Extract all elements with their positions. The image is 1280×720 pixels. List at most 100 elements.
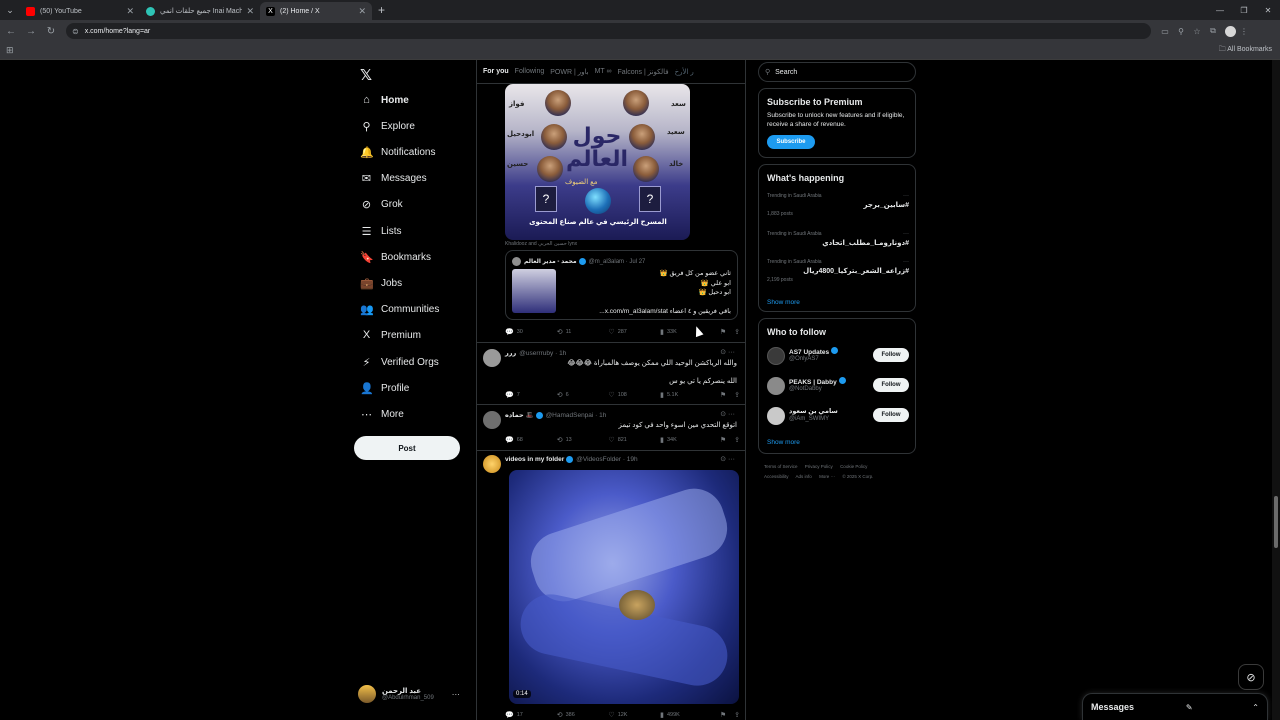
- repost-button[interactable]: ⟲ 13: [557, 436, 609, 444]
- reply-button[interactable]: 💬 68: [505, 436, 557, 444]
- subscribe-button[interactable]: Subscribe: [767, 135, 815, 149]
- search-input[interactable]: ⚲ Search: [758, 62, 916, 82]
- nav-grok[interactable]: ⊘ Grok: [360, 194, 403, 214]
- views-button[interactable]: ▮ 499K: [660, 711, 712, 719]
- apps-grid-icon[interactable]: ⊞: [6, 45, 14, 56]
- quote-link[interactable]: باقي فريقين و ٤ اعضاء x.com/m_al3alam/st…: [599, 307, 731, 315]
- site-info-icon[interactable]: ⊜: [72, 27, 79, 36]
- post-author-handle[interactable]: @VideosFolder · 19h: [576, 456, 637, 463]
- grok-floating-button[interactable]: ⊘: [1238, 664, 1264, 690]
- post-more-icon[interactable]: ⊙ ···: [720, 410, 735, 418]
- post-button[interactable]: Post: [354, 436, 460, 460]
- expand-drawer-icon[interactable]: ⌃: [1252, 703, 1259, 712]
- trend-item[interactable]: Trending in Saudi Arabia #دونارومـا_مطلب…: [767, 231, 909, 247]
- footer-link-privacy[interactable]: Privacy Policy: [805, 464, 833, 469]
- post-more-icon[interactable]: ⊙ ···: [720, 348, 735, 356]
- share-icon[interactable]: ⇪: [734, 391, 740, 399]
- page-scrollbar[interactable]: [1272, 60, 1280, 720]
- post-author-name[interactable]: حماده 🎩: [505, 411, 534, 419]
- profile-avatar[interactable]: [1225, 25, 1236, 37]
- post-more-icon[interactable]: ⊙ ···: [720, 455, 735, 463]
- post[interactable]: videos in my folder @VideosFolder · 19h …: [477, 451, 745, 473]
- bookmark-icon[interactable]: ⚑: [720, 391, 726, 399]
- browser-tab-x-home[interactable]: X (2) Home / X ✕: [260, 2, 372, 20]
- bookmark-icon[interactable]: ⚑: [720, 436, 726, 444]
- post-image[interactable]: فواز ابودحيل حسين سعد سعيد خالد حول العا…: [505, 84, 690, 240]
- share-icon[interactable]: ⇪: [734, 328, 740, 336]
- nav-jobs[interactable]: 💼 Jobs: [360, 273, 402, 293]
- show-more-link[interactable]: Show more: [767, 299, 800, 306]
- tab-powr[interactable]: POWR | باور: [550, 68, 588, 76]
- repost-button[interactable]: ⟲ 11: [557, 328, 609, 336]
- tab-mt[interactable]: MT ∞: [595, 68, 612, 75]
- nav-bookmarks[interactable]: 🔖 Bookmarks: [360, 247, 431, 267]
- tab-following[interactable]: Following: [515, 68, 545, 75]
- views-button[interactable]: ▮ 33K: [660, 328, 712, 336]
- show-more-link[interactable]: Show more: [767, 439, 800, 446]
- messages-drawer[interactable]: Messages ✎ ⌃: [1082, 693, 1268, 720]
- footer-link-ads[interactable]: Ads info: [796, 474, 812, 479]
- nav-home[interactable]: ⌂ Home: [360, 90, 409, 110]
- avatar[interactable]: [483, 455, 501, 473]
- footer-link-terms[interactable]: Terms of Service: [764, 464, 798, 469]
- reply-button[interactable]: 💬 30: [505, 328, 557, 336]
- cast-icon[interactable]: ▭: [1157, 23, 1173, 39]
- browser-tab-youtube[interactable]: (50) YouTube ✕: [20, 2, 140, 20]
- like-button[interactable]: ♡ 287: [608, 328, 660, 336]
- post-author-name[interactable]: ررر: [505, 349, 516, 357]
- avatar[interactable]: [483, 411, 501, 429]
- browser-tab-anime[interactable]: جميع حلقات انمي Inai Machi ... ✕: [140, 2, 260, 20]
- trend-item[interactable]: Trending in Saudi Arabia #زراعه_الشعر_بت…: [767, 259, 909, 283]
- close-tab-icon[interactable]: ✕: [358, 6, 366, 17]
- post-author-handle[interactable]: @userrruby · 1h: [519, 350, 566, 357]
- forward-icon[interactable]: →: [22, 22, 40, 40]
- tab-for-you[interactable]: For you: [483, 68, 509, 75]
- views-button[interactable]: ▮ 5.1K: [660, 391, 712, 399]
- footer-link-cookies[interactable]: Cookie Policy: [840, 464, 867, 469]
- tab-overflow[interactable]: ر الأرخ: [675, 68, 694, 76]
- avatar[interactable]: [483, 349, 501, 367]
- bookmark-icon[interactable]: ⚑: [720, 711, 726, 719]
- zoom-icon[interactable]: ⚲: [1173, 23, 1189, 39]
- nav-verified-orgs[interactable]: ⚡ Verified Orgs: [360, 352, 439, 372]
- trend-item[interactable]: Trending in Saudi Arabia #سابين_برجر 1,8…: [767, 193, 909, 217]
- scrollbar-thumb[interactable]: [1274, 496, 1278, 548]
- repost-button[interactable]: ⟲ 386: [557, 711, 609, 719]
- tab-search-icon[interactable]: ⌄: [0, 0, 20, 20]
- post-video[interactable]: 0:14: [509, 470, 739, 704]
- reload-icon[interactable]: ↻: [42, 22, 60, 40]
- address-bar[interactable]: ⊜ x.com/home?lang=ar: [66, 23, 1151, 39]
- nav-notifications[interactable]: 🔔 Notifications: [360, 142, 435, 162]
- bookmark-icon[interactable]: ⚑: [720, 328, 726, 336]
- follow-suggestion[interactable]: سامي بن سعود @iAm_SWIMY Follow: [767, 405, 909, 429]
- back-icon[interactable]: ←: [2, 22, 20, 40]
- x-logo-icon[interactable]: 𝕏: [360, 66, 376, 84]
- browser-menu-icon[interactable]: ⋮: [1236, 23, 1252, 39]
- reply-button[interactable]: 💬 17: [505, 711, 557, 719]
- nav-messages[interactable]: ✉ Messages: [360, 168, 427, 188]
- follow-button[interactable]: Follow: [873, 348, 909, 362]
- nav-explore[interactable]: ⚲ Explore: [360, 116, 414, 136]
- post-author-name[interactable]: videos in my folder: [505, 456, 564, 463]
- new-tab-icon[interactable]: +: [378, 3, 385, 17]
- maximize-icon[interactable]: ❐: [1232, 0, 1256, 20]
- close-tab-icon[interactable]: ✕: [126, 6, 134, 17]
- trend-more-icon[interactable]: ···: [903, 231, 909, 237]
- repost-button[interactable]: ⟲ 6: [557, 391, 609, 399]
- footer-link-accessibility[interactable]: Accessibility: [764, 474, 789, 479]
- nav-profile[interactable]: 👤 Profile: [360, 378, 409, 398]
- trend-more-icon[interactable]: ···: [903, 193, 909, 199]
- trend-more-icon[interactable]: ···: [903, 259, 909, 265]
- tab-falcons[interactable]: Falcons | فالكونز: [618, 68, 669, 76]
- close-window-icon[interactable]: ✕: [1256, 0, 1280, 20]
- post-author-handle[interactable]: @HamadSenpai · 1h: [546, 412, 607, 419]
- nav-lists[interactable]: ☰ Lists: [360, 221, 402, 241]
- follow-suggestion[interactable]: AS7 Updates @OnlyAS7 Follow: [767, 345, 909, 369]
- more-dots-icon[interactable]: ···: [452, 690, 460, 699]
- quoted-post[interactable]: محمد - مدير العالم @m_al3alam · Jul 27 ث…: [505, 250, 738, 320]
- nav-premium[interactable]: X Premium: [360, 325, 421, 345]
- all-bookmarks-button[interactable]: 🗀 All Bookmarks: [1219, 45, 1272, 56]
- compose-message-icon[interactable]: ✎: [1186, 703, 1193, 712]
- close-tab-icon[interactable]: ✕: [246, 6, 254, 17]
- follow-suggestion[interactable]: PEAKS | Dabby @NotDabby Follow: [767, 375, 909, 399]
